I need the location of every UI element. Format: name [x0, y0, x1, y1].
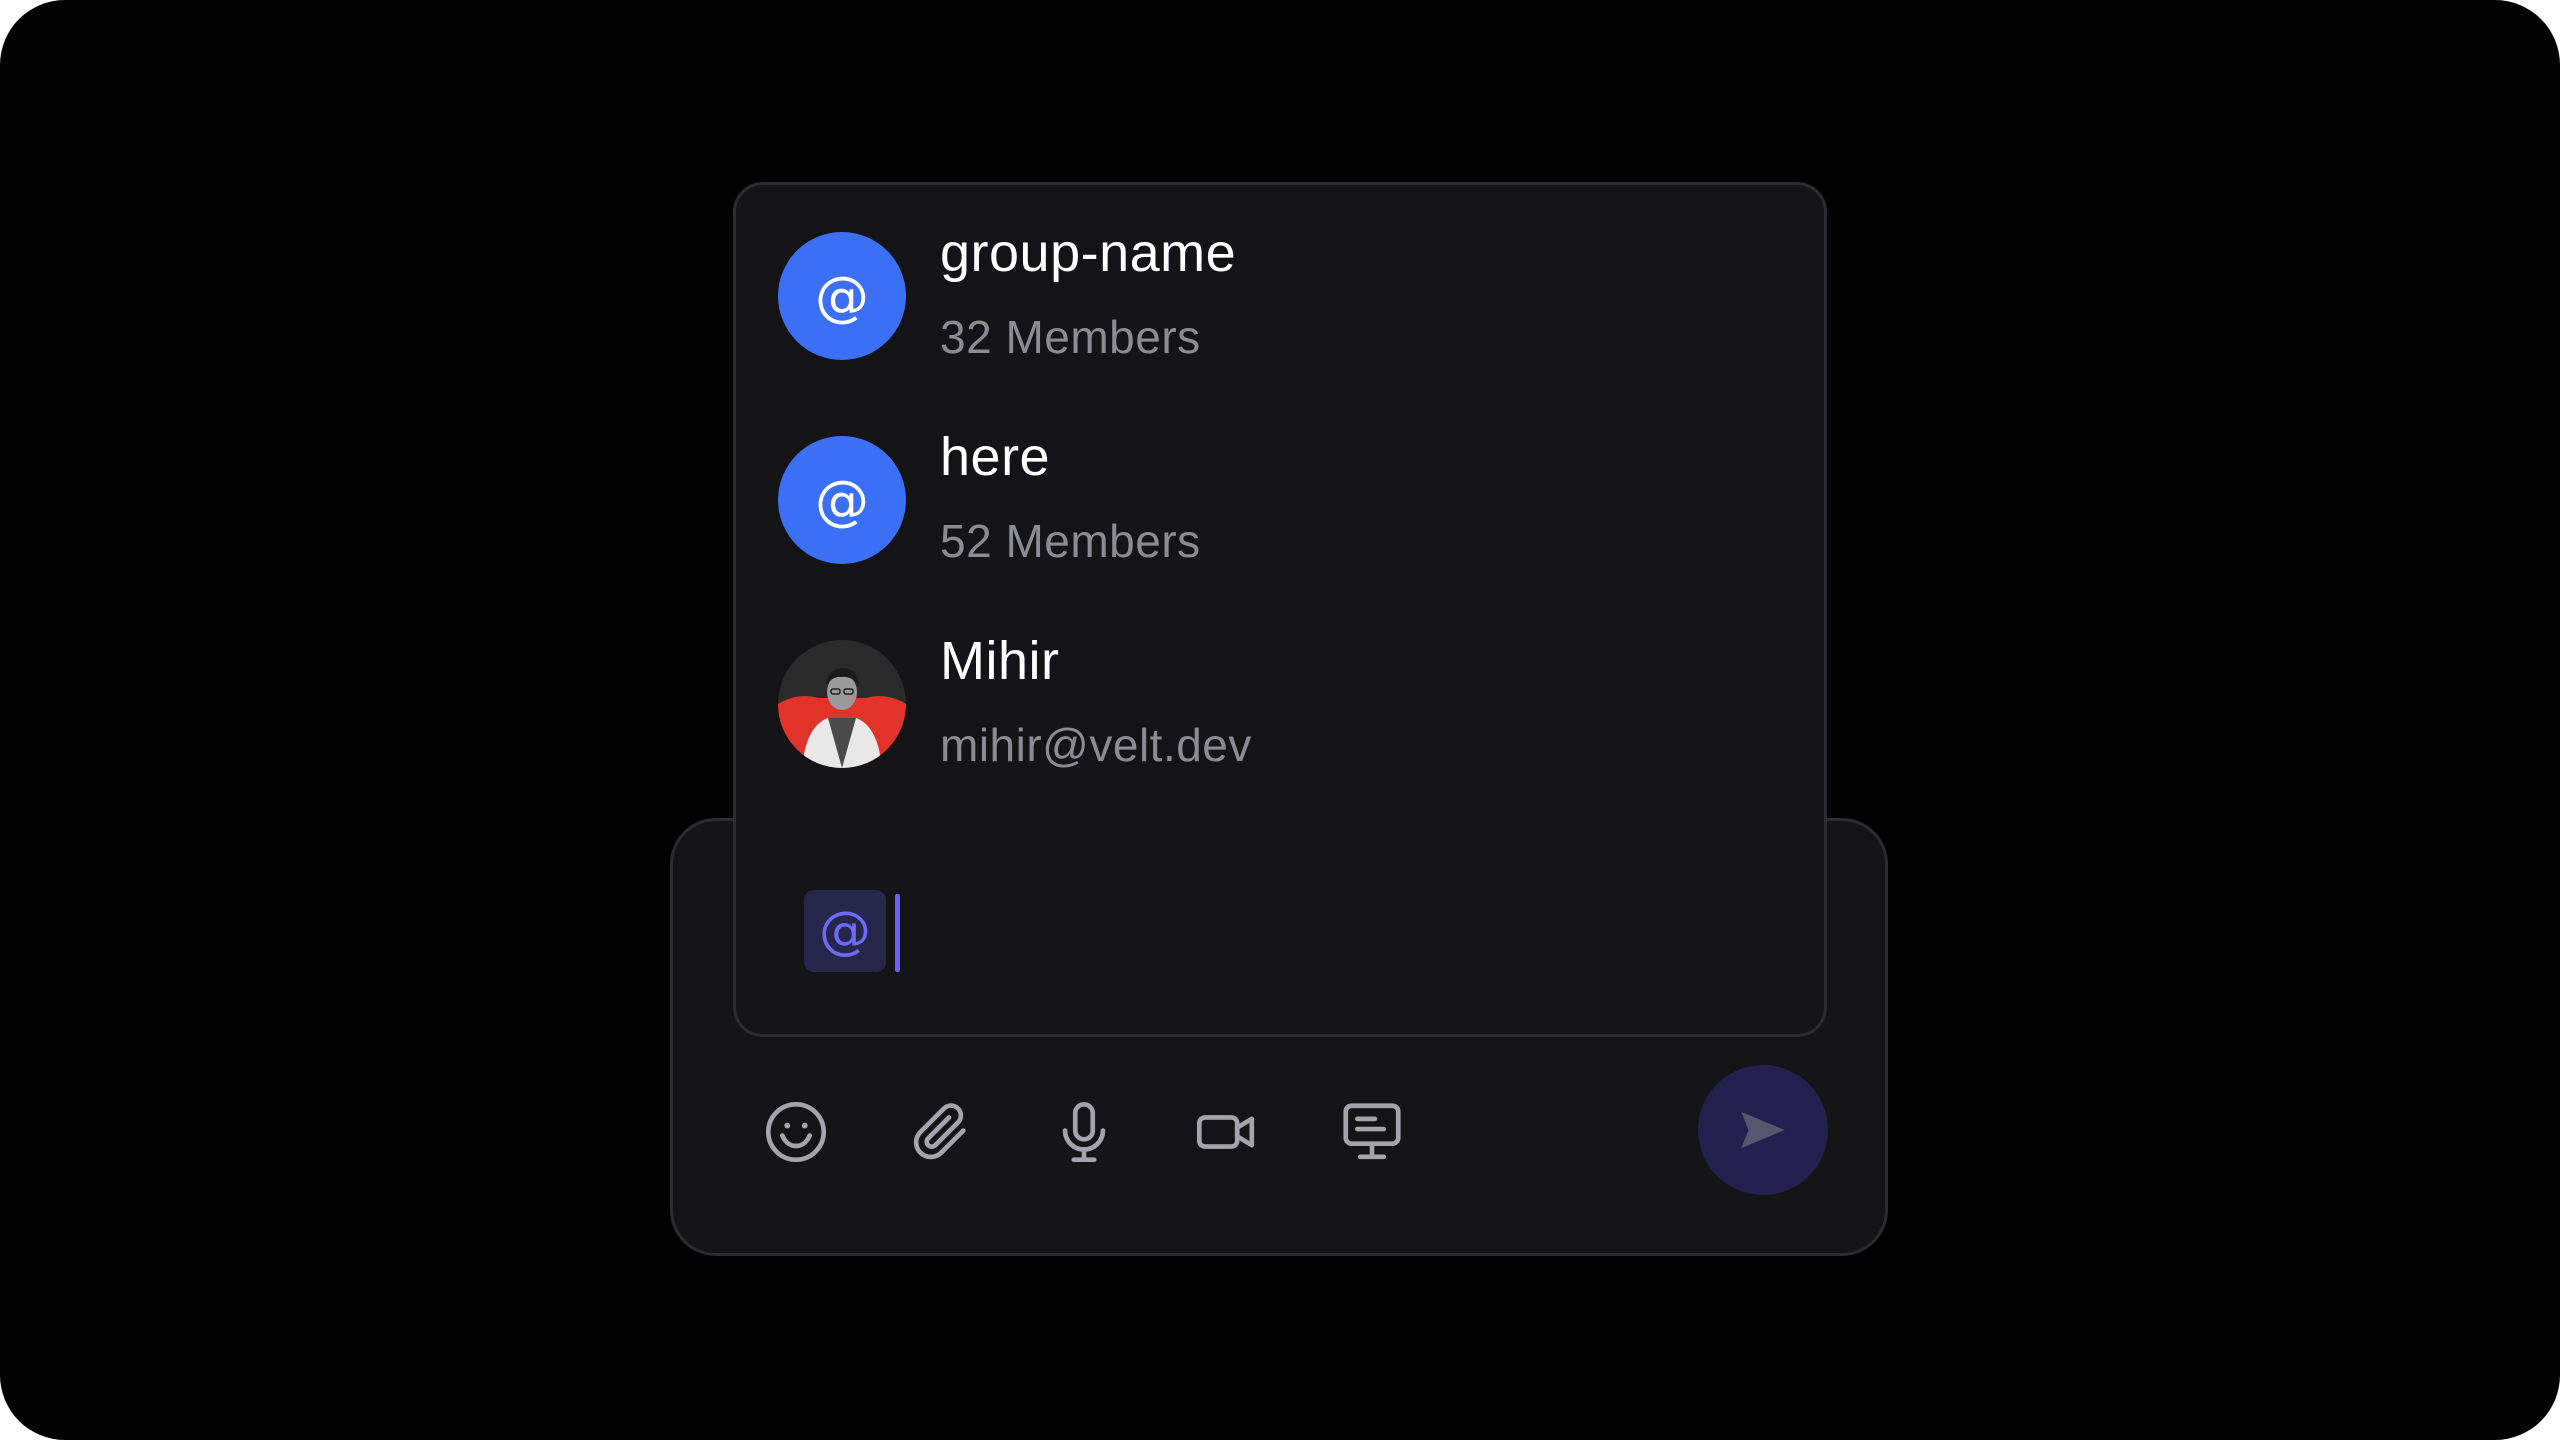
- microphone-icon: [1062, 1101, 1106, 1163]
- emoji-icon: [765, 1101, 827, 1163]
- send-button[interactable]: [1698, 1065, 1828, 1195]
- mention-item-mihir[interactable]: Mihir mihir@velt.dev: [778, 590, 1778, 771]
- user-avatar: [778, 640, 906, 768]
- at-icon: @: [778, 436, 906, 564]
- video-icon: [1196, 1115, 1255, 1149]
- mention-chip[interactable]: @: [804, 890, 886, 972]
- mention-name: Mihir: [940, 631, 1060, 691]
- user-photo: [778, 640, 906, 768]
- mention-subtitle: 52 Members: [940, 515, 1201, 567]
- screen-share-icon: [1343, 1103, 1401, 1160]
- mention-name: here: [940, 427, 1051, 487]
- mention-item-here[interactable]: @ here 52 Members: [778, 386, 1778, 567]
- mention-name: group-name: [940, 223, 1237, 283]
- emoji-button[interactable]: [757, 1093, 835, 1171]
- send-icon: [1741, 1111, 1785, 1149]
- app-frame: @ group-name 32 Members @ here 52 Member…: [0, 0, 2560, 1440]
- text-caret: [895, 894, 900, 972]
- attachment-button[interactable]: [901, 1093, 979, 1171]
- microphone-button[interactable]: [1045, 1093, 1123, 1171]
- attachment-icon: [913, 1103, 966, 1160]
- video-button[interactable]: [1188, 1093, 1266, 1171]
- mention-item-group-name[interactable]: @ group-name 32 Members: [778, 182, 1778, 363]
- screen-share-button[interactable]: [1333, 1093, 1411, 1171]
- mention-subtitle: mihir@velt.dev: [940, 719, 1252, 771]
- at-icon: @: [778, 232, 906, 360]
- mention-subtitle: 32 Members: [940, 311, 1201, 363]
